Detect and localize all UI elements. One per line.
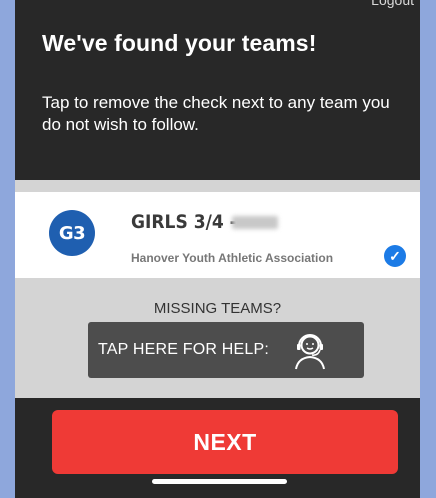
team-name: GIRLS 3/4 - bbox=[131, 211, 237, 233]
missing-teams-label: MISSING TEAMS? bbox=[153, 300, 282, 317]
support-agent-icon bbox=[295, 334, 325, 370]
page-title: We've found your teams! bbox=[42, 30, 317, 56]
team-organization: Hanover Youth Athletic Association bbox=[131, 251, 334, 265]
checkmark-icon[interactable]: ✓ bbox=[384, 245, 406, 267]
help-button-label: TAP HERE FOR HELP: bbox=[98, 341, 270, 358]
team-list: G3 GIRLS 3/4 - Hanover Youth Athletic As… bbox=[15, 180, 420, 398]
redacted-name bbox=[232, 216, 278, 229]
team-row[interactable]: G3 GIRLS 3/4 - Hanover Youth Athletic As… bbox=[15, 192, 420, 278]
header: Logout We've found your teams! Tap to re… bbox=[15, 0, 420, 180]
page-subtitle: Tap to remove the check next to any team… bbox=[42, 93, 390, 134]
help-button[interactable]: TAP HERE FOR HELP: bbox=[88, 322, 364, 378]
team-badge: G3 bbox=[49, 210, 95, 256]
logout-link[interactable]: Logout bbox=[371, 0, 414, 8]
app-screen: Logout We've found your teams! Tap to re… bbox=[15, 0, 420, 498]
next-button[interactable]: NEXT bbox=[52, 410, 398, 474]
home-indicator bbox=[152, 479, 287, 484]
